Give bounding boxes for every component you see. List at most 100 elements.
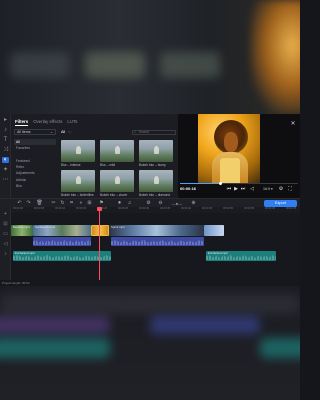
timeline-ruler[interactable]: 00:00:00 00:00:05 00:00:10 00:00:15 00:00:20… xyxy=(11,207,300,212)
pin-icon[interactable]: ♪ xyxy=(2,127,9,133)
music-clip[interactable]: Enchanted.mp3 xyxy=(13,251,111,261)
filter-thumbnail[interactable] xyxy=(61,140,95,162)
titles-icon[interactable]: T xyxy=(2,137,9,143)
video-clip[interactable]: Sprint.mp4 xyxy=(109,225,204,236)
preview-progress-handle[interactable] xyxy=(218,182,222,185)
tab-overlay-effects[interactable]: Overlay effects xyxy=(33,117,62,126)
preview-video[interactable] xyxy=(198,114,260,184)
close-icon[interactable]: ✕ xyxy=(289,120,297,128)
music-clip[interactable]: Enchanted.mp3 xyxy=(206,251,276,261)
cut-icon[interactable]: ✂ xyxy=(50,200,57,207)
video-track-icon[interactable]: ▭ xyxy=(2,231,9,237)
more-icon[interactable]: ⋯ xyxy=(2,177,9,183)
filter-thumbnail-label: Bokeh blur – diamond xyxy=(139,193,171,197)
category-item-blur[interactable]: Blur xyxy=(14,183,56,189)
blur-shape xyxy=(160,52,220,78)
tab-luts[interactable]: LUTs xyxy=(67,117,77,126)
zoom-in-icon[interactable]: ⊕ xyxy=(190,200,197,207)
filter-thumbnail[interactable] xyxy=(61,170,95,192)
filters-icon[interactable]: ◐ xyxy=(2,157,9,163)
ruler-tick-label: 00:00:05 xyxy=(34,207,45,210)
audio-clip[interactable] xyxy=(33,237,91,246)
filter-header: All ♡ ⌕ Search xyxy=(60,129,176,136)
skip-back-icon[interactable]: ⏮ xyxy=(226,186,232,192)
video-clip[interactable] xyxy=(204,225,224,236)
redo-icon[interactable]: ↷ xyxy=(25,200,32,207)
video-clip-selected[interactable] xyxy=(91,225,109,236)
settings-icon[interactable]: ⚙ xyxy=(278,186,284,192)
filter-header-label: All xyxy=(61,130,66,134)
ruler-tick-label: 00:00:30 xyxy=(139,207,150,210)
skip-forward-icon[interactable]: ⏭ xyxy=(240,186,246,192)
ruler-tick-label: 00:00:10 xyxy=(55,207,66,210)
audio-waveform xyxy=(111,239,204,245)
video-clip-label: Sunflowers.mp4 xyxy=(35,225,56,229)
chevron-down-icon: ⌄ xyxy=(49,130,53,134)
timeline-tracks: Bamboo.mp4 Sunflowers.mp4 Sprint.mp4 Enc… xyxy=(11,213,300,280)
ruler-tick-label: 00:01:05 xyxy=(286,207,297,210)
blur-shape xyxy=(0,338,110,358)
marker-icon[interactable]: ⚑ xyxy=(98,200,105,207)
blur-shape xyxy=(260,338,300,358)
filter-thumbnail[interactable] xyxy=(139,170,173,192)
lock-icon[interactable]: ⊡ xyxy=(2,221,9,227)
delete-icon[interactable]: 🗑 xyxy=(36,200,43,207)
export-button[interactable]: Export xyxy=(264,200,297,207)
ruler-tick-label: 00:00:55 xyxy=(244,207,255,210)
search-input[interactable]: ⌕ Search xyxy=(132,130,176,135)
timeline-toolbar: ↶ ↷ 🗑 ✂ ↻ ⌗ ◑ ⊞ ⚑ ⏺ ♫ ⚙ ⊖ —●— ⊕ Export xyxy=(0,198,300,207)
tab-filters[interactable]: Filters xyxy=(15,117,29,126)
audio-clip[interactable] xyxy=(111,237,204,246)
blur-shape xyxy=(0,294,300,314)
filter-thumbnail-label: Blur – intense xyxy=(61,163,81,167)
ruler-tick-label: 00:00:25 xyxy=(118,207,129,210)
play-icon[interactable]: ▶ xyxy=(233,186,239,192)
ruler-tick-label: 00:00:00 xyxy=(13,207,24,210)
search-icon: ⌕ xyxy=(134,130,136,134)
zoom-out-icon[interactable]: ⊖ xyxy=(157,200,164,207)
music-clip-label: Enchanted.mp3 xyxy=(208,251,228,255)
filter-thumbnail-label: Bokeh blur – bump xyxy=(139,163,166,167)
video-clip-label: Sprint.mp4 xyxy=(111,225,125,229)
color-icon[interactable]: ◑ xyxy=(77,200,84,207)
fullscreen-icon[interactable]: ⛶ xyxy=(287,186,293,192)
blur-shape xyxy=(10,52,70,78)
rotate-icon[interactable]: ↻ xyxy=(59,200,66,207)
preview-panel: ✕ 00:00:16 ⏮ ▶ ⏭ ◁ 16:9 ▾ ⚙ ⛶ xyxy=(178,114,300,198)
undo-icon[interactable]: ↶ xyxy=(16,200,23,207)
video-clip[interactable]: Sunflowers.mp4 xyxy=(33,225,91,236)
panel-tabs: Filters Overlay effects LUTs xyxy=(15,117,77,126)
audio-icon[interactable]: ♫ xyxy=(126,200,133,207)
music-clip-label: Enchanted.mp3 xyxy=(15,251,35,255)
transitions-icon[interactable]: ⤨ xyxy=(2,147,9,153)
volume-icon[interactable]: ◁ xyxy=(249,186,255,192)
add-track-icon[interactable]: + xyxy=(2,211,9,217)
left-toolbar: ▸ ♪ T ⤨ ◐ ✦ ⋯ xyxy=(0,114,11,198)
category-dropdown-value: All items xyxy=(17,130,31,134)
aspect-ratio-select[interactable]: 16:9 ▾ xyxy=(263,186,273,192)
filter-thumbnail[interactable] xyxy=(100,170,134,192)
import-icon[interactable]: ▸ xyxy=(2,117,9,123)
record-icon[interactable]: ⏺ xyxy=(116,200,123,207)
search-placeholder: Search xyxy=(139,130,150,134)
ruler-tick-label: 00:00:50 xyxy=(223,207,234,210)
heart-icon[interactable]: ♡ xyxy=(68,129,72,136)
category-dropdown[interactable]: All items ⌄ xyxy=(14,129,56,135)
filter-thumbnail[interactable] xyxy=(139,140,173,162)
timeline-track-controls: + ⊡ ▭ ◁ ♪ xyxy=(0,207,11,280)
clip-properties-icon[interactable]: ⚙ xyxy=(145,200,152,207)
zoom-slider-icon[interactable]: —●— xyxy=(167,200,187,207)
crop-icon[interactable]: ⌗ xyxy=(68,200,75,207)
video-clip[interactable]: Bamboo.mp4 xyxy=(11,225,33,236)
music-track-icon[interactable]: ♪ xyxy=(2,251,9,257)
preview-progress-bar[interactable] xyxy=(180,182,298,185)
stabilize-icon[interactable]: ⊞ xyxy=(86,200,93,207)
timeline-playhead[interactable] xyxy=(97,207,102,280)
category-list: All Favorites Featured Retro Adjustments… xyxy=(14,139,56,189)
filter-thumbnail-label: Blur – mild xyxy=(100,163,116,167)
mute-icon[interactable]: ◁ xyxy=(2,241,9,247)
stickers-icon[interactable]: ✦ xyxy=(2,167,9,173)
ruler-tick-label: 00:00:15 xyxy=(76,207,87,210)
filter-thumbnail[interactable] xyxy=(100,140,134,162)
preview-timecode: 00:00:16 xyxy=(180,186,197,191)
